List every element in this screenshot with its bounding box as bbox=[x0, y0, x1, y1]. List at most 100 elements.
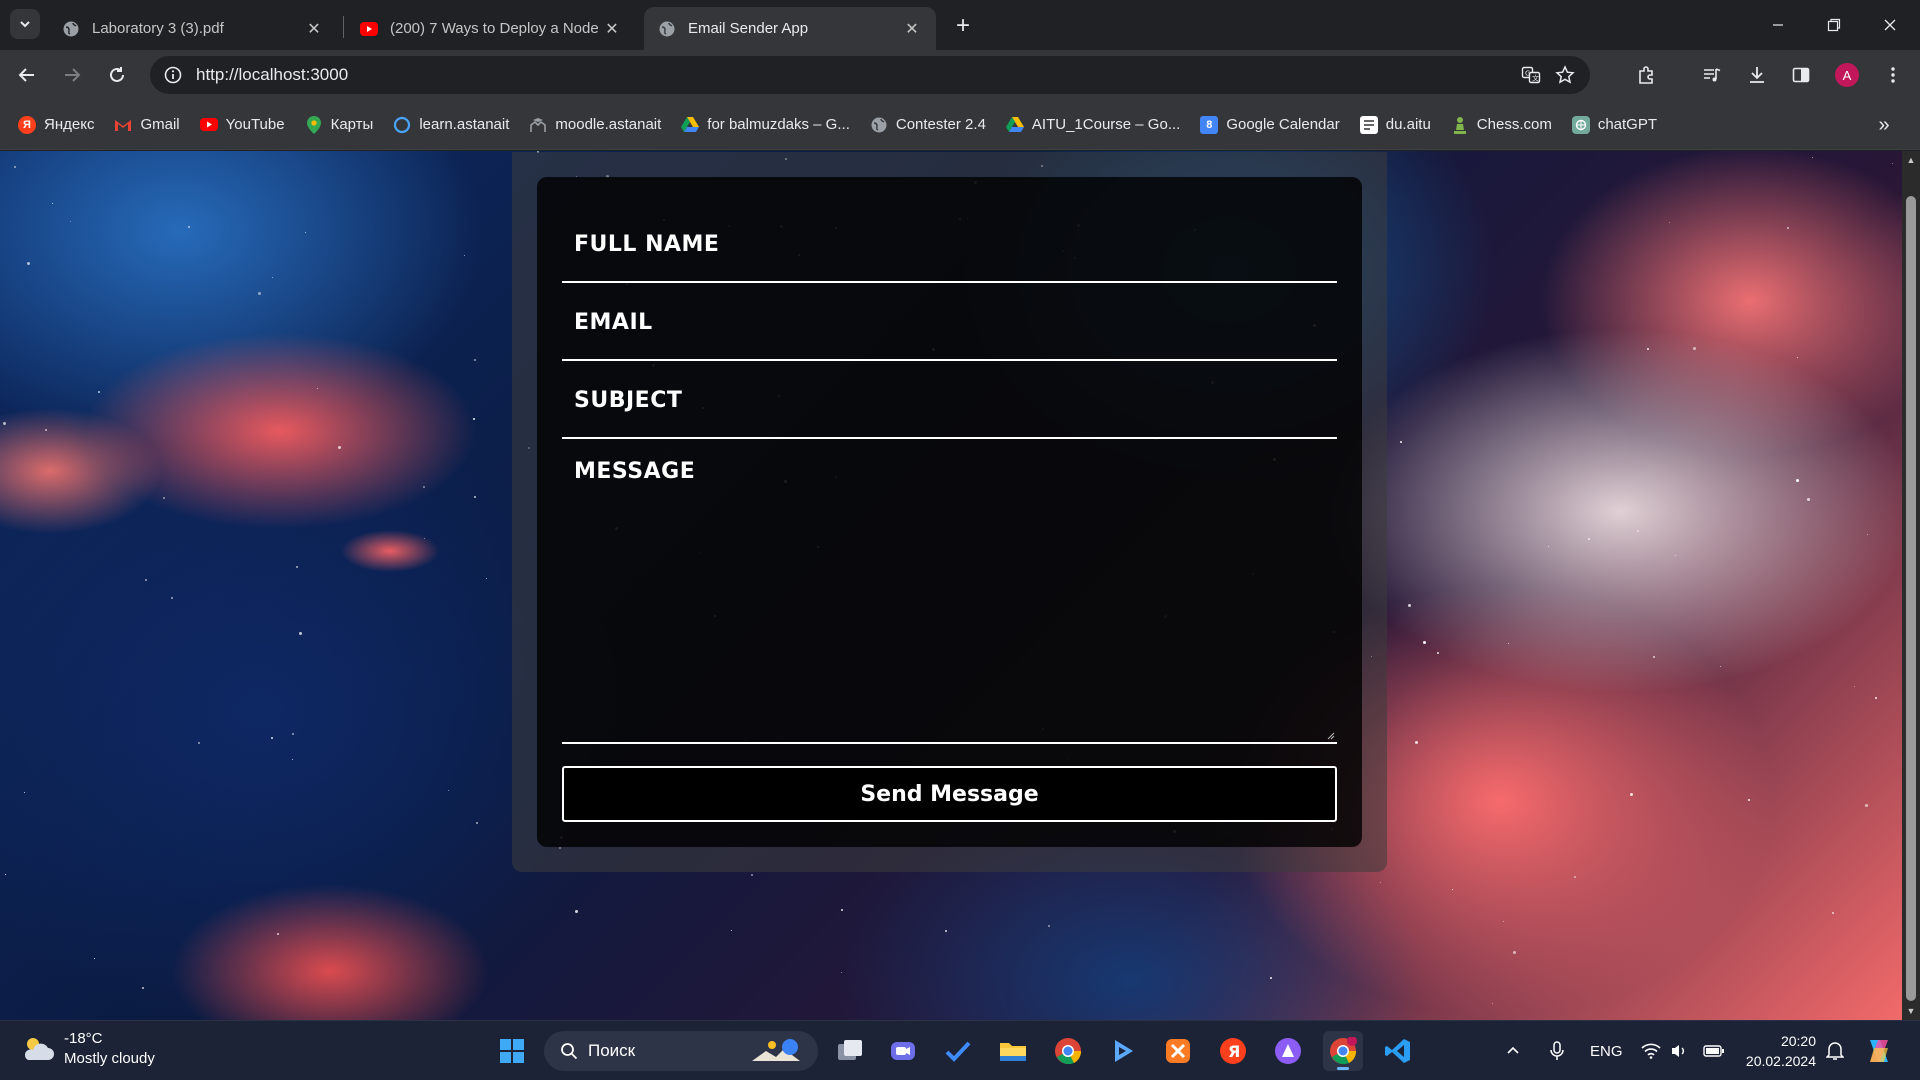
address-bar[interactable]: http://localhost:3000 G文 bbox=[150, 56, 1590, 94]
url-text[interactable]: http://localhost:3000 bbox=[196, 65, 1514, 85]
taskbar-file-explorer[interactable] bbox=[993, 1031, 1033, 1071]
bookmark-for-balmuzdaks[interactable]: for balmuzdaks – G... bbox=[673, 109, 858, 141]
star-dot bbox=[171, 597, 173, 599]
weather-temperature: -18°C bbox=[64, 1030, 103, 1047]
video-chat-icon bbox=[891, 1042, 915, 1060]
star-dot bbox=[305, 232, 306, 233]
bookmark-google-calendar[interactable]: 8 Google Calendar bbox=[1192, 109, 1347, 141]
tab-youtube-video[interactable]: (200) 7 Ways to Deploy a Node ✕ bbox=[346, 7, 636, 50]
microphone-button[interactable] bbox=[1549, 1021, 1565, 1080]
tab-laboratory-pdf[interactable]: Laboratory 3 (3).pdf ✕ bbox=[48, 7, 338, 50]
subject-input[interactable] bbox=[562, 359, 1337, 437]
language-indicator[interactable]: ENG bbox=[1590, 1021, 1623, 1080]
send-message-button[interactable]: Send Message bbox=[562, 766, 1337, 822]
close-icon[interactable]: ✕ bbox=[304, 19, 324, 39]
email-field[interactable] bbox=[562, 281, 1337, 361]
page-scrollbar[interactable]: ▲ ▼ bbox=[1902, 151, 1920, 1020]
bookmark-maps[interactable]: Карты bbox=[297, 109, 382, 141]
star-dot bbox=[1796, 479, 1799, 482]
tab-search-button[interactable] bbox=[10, 9, 40, 39]
taskbar-search[interactable]: Поиск bbox=[544, 1031, 818, 1071]
taskbar-chrome-profile[interactable] bbox=[1323, 1031, 1363, 1071]
taskbar-xampp[interactable] bbox=[1158, 1031, 1198, 1071]
tab-email-sender-app[interactable]: Email Sender App ✕ bbox=[644, 7, 936, 50]
full-name-input[interactable] bbox=[562, 203, 1337, 281]
profile-avatar[interactable]: A bbox=[1830, 58, 1864, 92]
taskbar-alice[interactable] bbox=[1268, 1031, 1308, 1071]
clock[interactable]: 20:20 20.02.2024 bbox=[1740, 1031, 1816, 1071]
star-dot bbox=[1807, 498, 1810, 501]
active-app-indicator bbox=[1337, 1067, 1349, 1070]
bookmark-label: du.aitu bbox=[1385, 116, 1431, 133]
volume-button[interactable] bbox=[1670, 1021, 1688, 1080]
star-dot bbox=[70, 221, 71, 222]
plus-icon: + bbox=[955, 12, 970, 39]
subject-field[interactable] bbox=[562, 359, 1337, 439]
message-field[interactable] bbox=[562, 447, 1337, 744]
close-icon[interactable]: ✕ bbox=[902, 19, 922, 39]
star-dot bbox=[145, 579, 147, 581]
taskbar-chrome[interactable] bbox=[1048, 1031, 1088, 1071]
taskbar-copilot[interactable] bbox=[1103, 1031, 1143, 1071]
taskbar-vscode[interactable] bbox=[1378, 1031, 1418, 1071]
maps-icon bbox=[305, 115, 323, 134]
taskbar-teams[interactable] bbox=[883, 1031, 923, 1071]
form-container: Send Message bbox=[512, 152, 1387, 872]
resize-grip-icon[interactable] bbox=[1325, 730, 1335, 740]
bookmark-star-icon[interactable] bbox=[1548, 58, 1582, 92]
bookmark-moodle-astanait[interactable]: moodle.astanait bbox=[521, 109, 669, 141]
scroll-down-icon[interactable]: ▼ bbox=[1902, 1002, 1920, 1020]
bookmark-aitu-1course[interactable]: AITU_1Course – Go... bbox=[998, 109, 1188, 141]
taskbar-todo[interactable] bbox=[938, 1031, 978, 1071]
scroll-up-icon[interactable]: ▲ bbox=[1902, 151, 1920, 169]
star-dot bbox=[163, 497, 165, 499]
media-controls-icon[interactable] bbox=[1695, 58, 1729, 92]
bookmark-gmail[interactable]: Gmail bbox=[106, 109, 187, 141]
translate-icon[interactable]: G文 bbox=[1514, 58, 1548, 92]
bookmark-chess-com[interactable]: Chess.com bbox=[1443, 109, 1560, 141]
reload-button[interactable] bbox=[100, 58, 134, 92]
menu-button[interactable] bbox=[1876, 58, 1910, 92]
taskbar-task-view[interactable] bbox=[830, 1031, 870, 1071]
bookmark-contester[interactable]: Contester 2.4 bbox=[862, 109, 994, 141]
search-icon bbox=[561, 1043, 578, 1060]
message-textarea[interactable] bbox=[562, 447, 1337, 737]
download-icon[interactable] bbox=[1740, 58, 1774, 92]
email-input[interactable] bbox=[562, 281, 1337, 359]
network-button[interactable] bbox=[1641, 1021, 1661, 1080]
minimize-button[interactable] bbox=[1750, 0, 1806, 50]
star-dot bbox=[292, 759, 293, 760]
battery-button[interactable] bbox=[1703, 1021, 1725, 1080]
full-name-field[interactable] bbox=[562, 203, 1337, 283]
weather-widget[interactable]: -18°C Mostly cloudy bbox=[20, 1029, 155, 1069]
back-button[interactable] bbox=[10, 58, 44, 92]
close-window-button[interactable] bbox=[1862, 0, 1918, 50]
bookmark-youtube[interactable]: YouTube bbox=[192, 109, 293, 141]
bookmark-du-aitu[interactable]: du.aitu bbox=[1352, 109, 1439, 141]
star-dot bbox=[1693, 347, 1696, 350]
forward-button[interactable] bbox=[55, 58, 89, 92]
tray-overflow-button[interactable] bbox=[1505, 1021, 1521, 1080]
star-dot bbox=[1400, 441, 1402, 443]
close-icon[interactable]: ✕ bbox=[602, 19, 622, 39]
gmail-icon bbox=[114, 116, 132, 134]
notifications-button[interactable] bbox=[1826, 1021, 1844, 1080]
bookmark-chatgpt[interactable]: chatGPT bbox=[1564, 109, 1665, 141]
bookmark-learn-astanait[interactable]: learn.astanait bbox=[385, 109, 517, 141]
restore-button[interactable] bbox=[1806, 0, 1862, 50]
copilot-tray-button[interactable] bbox=[1864, 1021, 1894, 1080]
chess-icon bbox=[1451, 116, 1469, 134]
side-panel-icon[interactable] bbox=[1784, 58, 1818, 92]
new-tab-button[interactable]: + bbox=[950, 12, 976, 39]
scrollbar-thumb[interactable] bbox=[1906, 196, 1916, 1001]
site-info-icon[interactable] bbox=[154, 56, 192, 94]
extensions-icon[interactable] bbox=[1630, 58, 1664, 92]
star-dot bbox=[1797, 357, 1798, 358]
start-button[interactable] bbox=[492, 1031, 532, 1071]
bookmark-label: Chess.com bbox=[1476, 116, 1552, 133]
taskbar-yandex-browser[interactable]: Я bbox=[1213, 1031, 1253, 1071]
youtube-icon bbox=[360, 20, 378, 38]
bookmark-yandex[interactable]: Я Яндекс bbox=[10, 109, 102, 141]
bookmark-label: Карты bbox=[330, 116, 374, 133]
bookmarks-overflow-button[interactable]: » bbox=[1868, 109, 1900, 141]
